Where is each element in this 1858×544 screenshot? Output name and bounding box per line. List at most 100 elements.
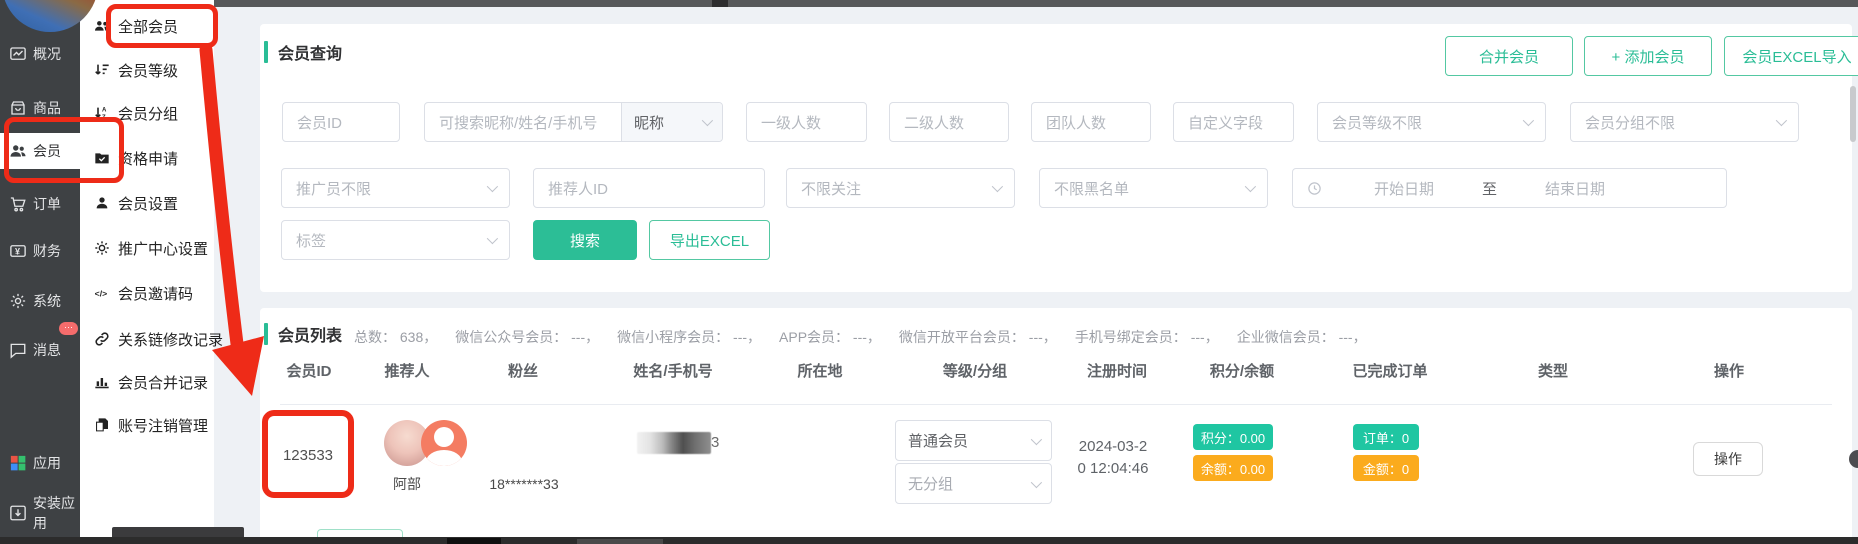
stat-wechat-official: 微信公众号会员： ---， — [455, 327, 599, 347]
sidebar-item-install-app[interactable]: 安装应用 — [0, 495, 80, 531]
sidebar-item-members[interactable]: 会员 — [0, 133, 80, 169]
search-button[interactable]: 搜索 — [533, 220, 637, 260]
clock-icon — [1307, 181, 1322, 196]
export-excel-button[interactable]: 导出EXCEL — [649, 220, 770, 260]
follow-select[interactable]: 不限关注 — [786, 168, 1015, 208]
chat-bubble-icon — [9, 341, 27, 359]
sidebar-item-promo-settings[interactable]: 推广中心设置 — [94, 233, 212, 263]
sidebar-item-account-cancel[interactable]: 账号注销管理 — [94, 410, 212, 440]
title-accent-bar — [264, 41, 268, 63]
sort-az-icon: A Z — [94, 105, 110, 121]
search-type-select[interactable]: 昵称 — [621, 103, 722, 141]
sidebar-item-merge-log[interactable]: 会员合并记录 — [94, 367, 212, 397]
person-icon — [94, 195, 110, 211]
merge-members-button[interactable]: 合并会员 — [1445, 36, 1573, 76]
chevron-down-icon — [1523, 115, 1534, 126]
row-level-select[interactable]: 普通会员 — [895, 420, 1052, 461]
code-icon: </> — [94, 285, 110, 301]
col-points-balance: 积分/余额 — [1210, 360, 1274, 381]
level1-count-input[interactable]: 一级人数 — [746, 102, 867, 142]
bottom-strip-mark — [447, 538, 501, 544]
sort-amount-icon — [94, 62, 110, 78]
fans-phone: 18*******33 — [489, 476, 558, 492]
add-member-button[interactable]: + 添加会员 — [1584, 36, 1712, 76]
members-icon — [9, 142, 27, 160]
apps-grid-icon — [9, 454, 27, 472]
sidebar-item-goods[interactable]: 商品 — [0, 90, 80, 126]
copy-file-icon — [94, 417, 110, 433]
svg-text:A: A — [102, 108, 107, 114]
tag-select[interactable]: 标签 — [281, 220, 510, 260]
money-icon: ¥ — [9, 242, 27, 260]
points-badge: 积分：0.00 — [1193, 424, 1273, 450]
top-strip-mark — [712, 0, 728, 7]
sidebar-item-system[interactable]: 系统 — [0, 283, 80, 319]
sidebar-item-messages[interactable]: 消息 ··· — [0, 332, 80, 368]
member-group-select[interactable]: 会员分组不限 — [1570, 102, 1799, 142]
cart-icon — [9, 195, 27, 213]
member-level-select[interactable]: 会员等级不限 — [1317, 102, 1546, 142]
gear-icon — [9, 292, 27, 310]
vertical-scrollbar[interactable] — [1850, 86, 1856, 142]
team-count-input[interactable]: 团队人数 — [1031, 102, 1151, 142]
name-redacted-blur — [637, 432, 711, 454]
chevron-down-icon — [1031, 476, 1042, 487]
chevron-down-icon — [487, 181, 498, 192]
col-location: 所在地 — [797, 360, 842, 381]
chevron-down-icon — [992, 181, 1003, 192]
header-divider — [280, 404, 1832, 405]
sidebar-item-finance[interactable]: ¥ 财务 — [0, 233, 80, 269]
chevron-down-icon — [1245, 181, 1256, 192]
sidebar-item-member-settings[interactable]: 会员设置 — [94, 188, 212, 218]
folder-check-icon — [94, 150, 110, 166]
referrer-id-input[interactable]: 推荐人ID — [533, 168, 765, 208]
fans-avatar — [421, 420, 467, 466]
svg-text:</>: </> — [95, 288, 108, 298]
search-input-group[interactable]: 可搜索昵称/姓名/手机号 昵称 — [424, 102, 723, 142]
member-list-card: 会员列表 总数： 638， 微信公众号会员： ---， 微信小程序会员： ---… — [260, 308, 1852, 544]
sidebar-item-all-members[interactable]: 全部会员 — [94, 11, 212, 41]
col-name-phone: 姓名/手机号 — [633, 360, 712, 381]
col-referrer: 推荐人 — [384, 360, 429, 381]
gear-icon — [94, 240, 110, 256]
col-member-id: 会员ID — [286, 360, 331, 381]
sidebar-item-invite-code[interactable]: </> 会员邀请码 — [94, 278, 212, 308]
member-id-value: 123533 — [283, 447, 333, 464]
sidebar-item-orders[interactable]: 订单 — [0, 186, 80, 222]
row-group-select[interactable]: 无分组 — [895, 463, 1052, 504]
member-query-card: 会员查询 合并会员 + 添加会员 会员EXCEL导入 会员ID 可搜索昵称/姓名… — [260, 24, 1852, 292]
bar-chart-icon — [94, 374, 110, 390]
row-action-button[interactable]: 操作 — [1693, 442, 1763, 476]
query-card-title: 会员查询 — [278, 40, 342, 64]
main-content: 会员查询 合并会员 + 添加会员 会员EXCEL导入 会员ID 可搜索昵称/姓名… — [214, 0, 1858, 544]
sidebar-item-relation-log[interactable]: 关系链修改记录 — [94, 324, 212, 354]
col-fans: 粉丝 — [508, 360, 538, 381]
col-reg-time: 注册时间 — [1087, 360, 1147, 381]
sidebar-item-apps[interactable]: 应用 — [0, 445, 80, 481]
level2-count-input[interactable]: 二级人数 — [889, 102, 1009, 142]
sidebar-item-member-group[interactable]: A Z 会员分组 — [94, 98, 212, 128]
member-stats: 总数： 638， 微信公众号会员： ---， 微信小程序会员： ---， APP… — [354, 327, 1367, 347]
import-excel-button[interactable]: 会员EXCEL导入 — [1724, 36, 1858, 76]
date-start-field[interactable]: 开始日期 — [1374, 178, 1434, 199]
shop-bag-icon — [9, 99, 27, 117]
chevron-down-icon — [487, 233, 498, 244]
link-icon — [94, 331, 110, 347]
sidebar-item-qualification[interactable]: 资格申请 — [94, 143, 212, 173]
chevron-down-icon — [1776, 115, 1787, 126]
date-range-picker[interactable]: 开始日期 至 结束日期 — [1292, 168, 1727, 208]
date-end-field[interactable]: 结束日期 — [1545, 178, 1605, 199]
col-action: 操作 — [1714, 360, 1744, 381]
svg-text:¥: ¥ — [15, 246, 20, 256]
member-submenu: 全部会员 会员等级 A Z 会员分组 资格申请 会员设置 推广中心设置 </> … — [80, 0, 214, 544]
member-id-input[interactable]: 会员ID — [282, 102, 400, 142]
promoter-select[interactable]: 推广员不限 — [281, 168, 510, 208]
sidebar-item-overview[interactable]: 概况 — [0, 36, 80, 72]
sidebar-item-member-level[interactable]: 会员等级 — [94, 55, 212, 85]
blacklist-select[interactable]: 不限黑名单 — [1039, 168, 1268, 208]
col-completed-orders: 已完成订单 — [1352, 360, 1427, 381]
search-input[interactable]: 可搜索昵称/姓名/手机号 — [425, 112, 621, 133]
install-download-icon — [9, 504, 27, 522]
stat-total: 总数： 638， — [354, 327, 437, 347]
custom-field-input[interactable]: 自定义字段 — [1173, 102, 1294, 142]
